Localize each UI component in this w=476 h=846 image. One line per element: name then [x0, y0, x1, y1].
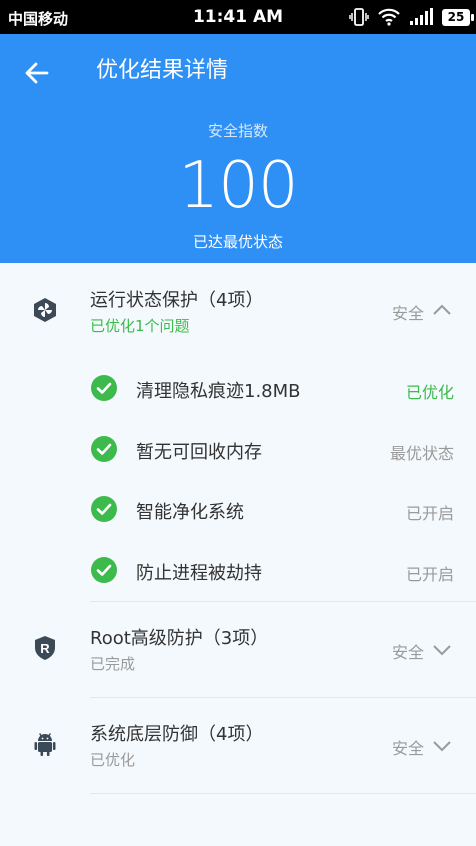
section-subtitle: 已优化	[90, 751, 136, 769]
item-state: 最优状态	[389, 444, 454, 463]
score-label: 安全指数	[207, 122, 268, 140]
item-label: 智能净化系统	[136, 502, 244, 523]
signal-icon	[410, 8, 433, 25]
list-item: 防止进程被劫持 已开启	[0, 540, 476, 600]
item-label: 防止进程被劫持	[136, 563, 262, 584]
chevron-down-icon	[433, 645, 451, 656]
status-bar: 中国移动 11:41 AM 25	[0, 0, 476, 34]
section-root-protection[interactable]: R Root高级防护（3项） 已完成 安全	[0, 602, 476, 673]
section-system-defense[interactable]: 系统底层防御（4项） 已优化 安全	[0, 698, 476, 769]
page-title: 优化结果详情	[96, 58, 229, 83]
check-circle-icon	[91, 496, 117, 522]
section-runtime-protection[interactable]: 运行状态保护（4项） 已优化1个问题 安全	[0, 264, 476, 335]
svg-text:R: R	[40, 641, 50, 656]
section-state: 安全	[391, 304, 424, 323]
back-arrow-icon	[25, 62, 49, 84]
section-title: 运行状态保护（4项）	[90, 290, 264, 311]
list-item: 暂无可回收内存 最优状态	[0, 419, 476, 479]
item-label: 清理隐私痕迹1.8MB	[136, 381, 301, 402]
section-subtitle: 已优化1个问题	[90, 317, 190, 335]
list-item: 清理隐私痕迹1.8MB 已优化	[0, 358, 476, 418]
chevron-up-icon	[433, 304, 451, 315]
chevron-down-icon	[433, 741, 451, 752]
wifi-icon	[378, 8, 400, 26]
back-button[interactable]	[20, 56, 54, 90]
check-circle-icon	[91, 436, 117, 462]
score-status: 已达最优状态	[192, 233, 283, 251]
status-icons: 25	[349, 6, 474, 28]
check-circle-icon	[91, 375, 117, 401]
security-score: 100	[178, 149, 298, 223]
shield-pinwheel-icon	[34, 298, 56, 322]
section-title: Root高级防护（3项）	[90, 628, 269, 649]
divider	[90, 793, 476, 794]
vibrate-icon	[349, 8, 369, 26]
root-shield-icon: R	[35, 636, 55, 660]
check-circle-icon	[91, 557, 117, 583]
item-state: 已开启	[405, 504, 454, 523]
section-state: 安全	[391, 643, 424, 662]
section-subtitle: 已完成	[90, 655, 136, 673]
battery-icon: 25	[442, 8, 474, 26]
android-icon	[34, 733, 56, 756]
item-state: 已优化	[405, 383, 454, 402]
section-state: 安全	[391, 739, 424, 758]
item-state: 已开启	[405, 565, 454, 584]
result-header: 优化结果详情 安全指数 100 已达最优状态	[0, 34, 476, 263]
list-item: 智能净化系统 已开启	[0, 479, 476, 539]
section-title: 系统底层防御（4项）	[90, 724, 264, 745]
item-label: 暂无可回收内存	[136, 442, 262, 463]
